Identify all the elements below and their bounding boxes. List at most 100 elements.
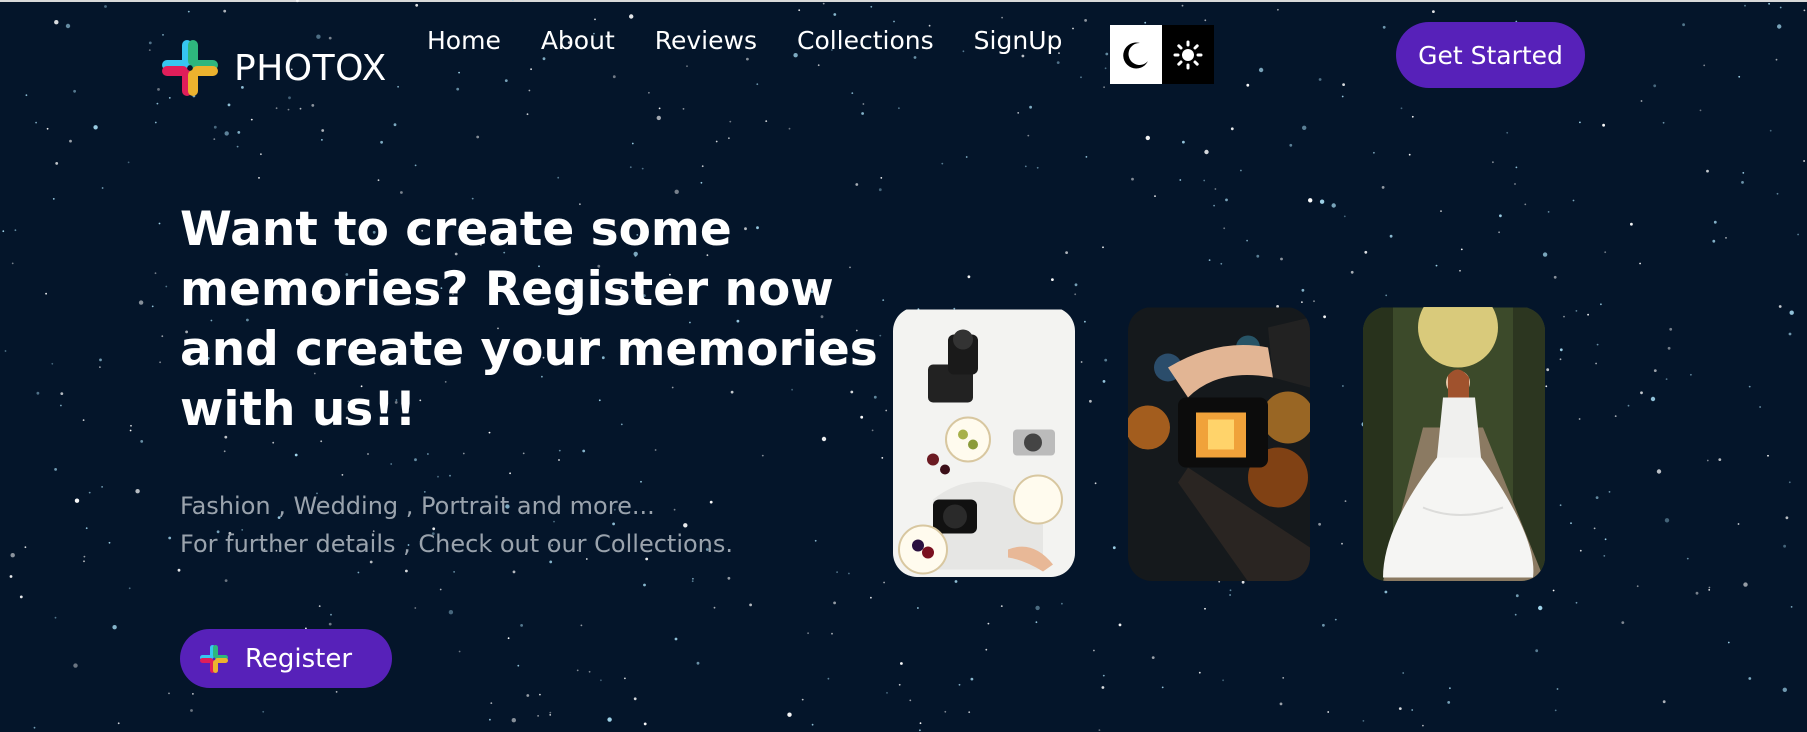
star (320, 440, 323, 443)
star (588, 670, 591, 673)
star (1797, 233, 1799, 236)
star (168, 536, 172, 540)
star (9, 575, 13, 578)
star (1204, 19, 1207, 22)
star (658, 107, 661, 110)
star (1112, 546, 1116, 550)
star (272, 441, 275, 444)
light-mode-button[interactable] (1162, 25, 1214, 84)
star (511, 718, 516, 723)
star (1593, 527, 1596, 530)
star (187, 10, 190, 13)
star (1578, 418, 1581, 420)
star (1080, 361, 1083, 363)
star (1204, 149, 1209, 155)
star (1785, 516, 1789, 520)
star (159, 361, 162, 364)
star (1449, 687, 1451, 690)
star (287, 108, 290, 111)
star (1029, 105, 1032, 109)
star (1341, 542, 1343, 545)
nav-collections[interactable]: Collections (797, 26, 934, 55)
star (1218, 580, 1221, 583)
star (1051, 278, 1054, 281)
star (549, 714, 552, 716)
star (1432, 10, 1435, 14)
star (458, 71, 460, 74)
star (1587, 313, 1589, 316)
star (1737, 523, 1740, 525)
star (696, 661, 700, 665)
star (328, 622, 332, 626)
star (51, 362, 54, 365)
star (82, 419, 85, 421)
star (941, 162, 944, 165)
star (985, 648, 988, 651)
nav-home[interactable]: Home (427, 26, 501, 55)
star (2, 230, 5, 233)
star (330, 613, 332, 616)
star (1061, 602, 1063, 605)
star (1364, 250, 1368, 254)
star (1538, 605, 1543, 611)
star (1738, 75, 1741, 78)
star (530, 68, 532, 71)
register-button[interactable]: Register (180, 629, 392, 688)
star (1056, 61, 1060, 64)
brand-logo[interactable]: PHOTOX (160, 38, 387, 98)
star (870, 5, 873, 8)
star (108, 541, 111, 544)
star (1699, 109, 1702, 112)
main-nav: Home About Reviews Collections SignUp (427, 26, 1102, 55)
star (1572, 199, 1575, 202)
gallery-image-camera-hand (1128, 307, 1310, 581)
star (54, 616, 57, 619)
star (318, 605, 321, 607)
star (104, 5, 107, 8)
star (1788, 332, 1792, 336)
star (190, 709, 193, 712)
star (1385, 294, 1388, 297)
star (1036, 166, 1039, 169)
get-started-button[interactable]: Get Started (1396, 22, 1585, 88)
star (1743, 582, 1748, 587)
star (335, 691, 338, 693)
star (1559, 348, 1563, 352)
star (236, 145, 239, 148)
star (1411, 709, 1414, 711)
star (1662, 700, 1666, 704)
star (1362, 720, 1365, 722)
star (1650, 396, 1656, 402)
theme-toggle (1110, 25, 1215, 84)
star (1181, 4, 1184, 7)
star (1246, 239, 1248, 242)
nav-signup[interactable]: SignUp (974, 26, 1063, 55)
star (987, 622, 990, 625)
star (788, 127, 791, 130)
star (1788, 481, 1791, 484)
star (1308, 198, 1313, 203)
star (377, 179, 380, 182)
gallery-image-cameras (893, 307, 1075, 577)
star (227, 103, 231, 107)
star (1344, 500, 1347, 502)
star (99, 358, 102, 362)
star (1640, 391, 1643, 395)
star (893, 20, 895, 23)
star (414, 607, 417, 609)
star (728, 137, 730, 140)
star (168, 692, 170, 695)
nav-reviews[interactable]: Reviews (655, 26, 757, 55)
star (1553, 275, 1557, 279)
star (713, 606, 716, 609)
star (787, 712, 792, 717)
star (878, 188, 882, 192)
star (582, 449, 586, 453)
star (1381, 186, 1385, 189)
star (60, 404, 62, 407)
dark-mode-button[interactable] (1110, 25, 1162, 84)
star (1460, 248, 1463, 251)
star (55, 162, 59, 165)
nav-about[interactable]: About (541, 26, 615, 55)
star (761, 454, 764, 457)
